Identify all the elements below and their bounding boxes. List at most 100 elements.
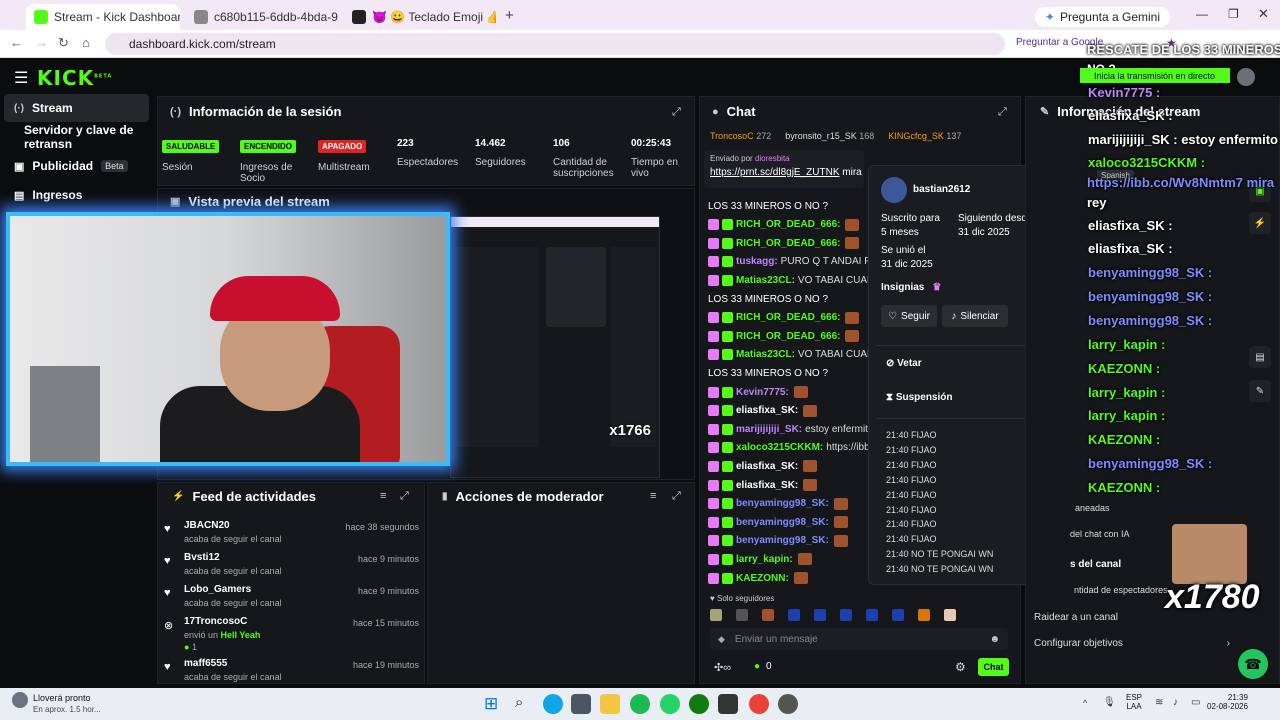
chat-username[interactable]: tuskagg: — [736, 256, 778, 267]
kick-logo[interactable]: KICKBETA — [37, 66, 112, 90]
tab-kick-dashboard[interactable]: Stream - Kick Dashboard ✕ — [26, 4, 180, 30]
chat-username[interactable]: benyamingg98_SK: — [736, 517, 829, 528]
edge-icon[interactable] — [543, 694, 563, 714]
chat-username[interactable]: Kevin7775: — [736, 387, 789, 398]
tab-image[interactable]: c680b115-6ddb-4bda-90ef-8b ✕ — [186, 4, 338, 30]
chat-input[interactable]: ◆ Enviar un mensaje ☻ — [710, 628, 1008, 650]
chat-username[interactable]: benyamingg98_SK: — [736, 535, 829, 546]
chat-username[interactable]: RICH_OR_DEAD_666: — [736, 238, 840, 249]
chat-username[interactable]: xaloco3215CKKM: — [736, 442, 823, 453]
sidebar-item-publicidad[interactable]: ▣ Publicidad Beta — [4, 152, 149, 180]
emote-icon[interactable] — [892, 609, 904, 621]
chat-username[interactable]: eliasfixa_SK: — [736, 405, 798, 416]
emote-icon — [833, 497, 848, 510]
whatsapp-icon[interactable] — [660, 694, 680, 714]
clock[interactable]: 21:39 02-08-2026 — [1207, 693, 1248, 711]
partial-row: s del canal — [1070, 559, 1122, 570]
mute-button[interactable]: ♪ Silenciar — [942, 305, 1008, 327]
emote-icon[interactable] — [710, 609, 722, 621]
pinned-link[interactable]: https://prnt.sc/dl8gjE_ZUTNK — [710, 167, 840, 178]
battery-icon[interactable]: ▭ — [1191, 697, 1200, 708]
rail-icon[interactable]: ⚡ — [1249, 212, 1271, 234]
search-icon[interactable]: ⌕ — [515, 694, 523, 711]
follow-button[interactable]: ♡ Seguir — [881, 305, 937, 327]
filter-icon[interactable]: ≡ — [650, 490, 656, 502]
send-chat-button[interactable]: Chat — [978, 658, 1009, 676]
emote-icon[interactable] — [918, 609, 930, 621]
gear-icon[interactable]: ⚙ — [955, 660, 966, 674]
new-tab-button[interactable]: + — [505, 7, 514, 24]
window-close-icon[interactable]: ✕ — [1258, 6, 1269, 22]
sidebar-item-stream[interactable]: (·) Stream — [4, 94, 149, 122]
back-icon[interactable]: ← — [10, 35, 23, 50]
emote-icon[interactable] — [736, 609, 748, 621]
obs-icon[interactable] — [778, 694, 798, 714]
go-live-button[interactable]: Inicia la transmisión en directo — [1080, 68, 1230, 83]
emote-icon[interactable] — [866, 609, 878, 621]
chat-username[interactable]: larry_kapin: — [736, 554, 793, 565]
forward-icon[interactable]: → — [35, 35, 48, 50]
expand-icon[interactable]: ⤢ — [672, 106, 681, 119]
stream-preview-video[interactable]: x1766 — [450, 216, 660, 478]
tray-chevron-icon[interactable]: ^ — [1083, 698, 1087, 708]
feed-item: ♥ Lobo_Gamers acaba de seguir el canal ha… — [164, 584, 419, 616]
expand-icon[interactable]: ⤢ — [400, 490, 409, 503]
expand-icon[interactable]: ⤢ — [672, 490, 681, 503]
folder-icon[interactable] — [600, 694, 620, 714]
goals-row[interactable]: Configurar objetivos › — [1034, 638, 1230, 649]
mic-icon[interactable]: 🎙 — [1103, 697, 1116, 708]
rail-icon[interactable]: ▤ — [1249, 346, 1271, 368]
emote-icon[interactable] — [788, 609, 800, 621]
app-icon[interactable] — [718, 694, 738, 714]
start-icon[interactable]: ⊞ — [484, 694, 498, 714]
gemini-button[interactable]: ✦ Pregunta a Gemini — [1034, 7, 1170, 27]
chat-message: eliasfixa_SK: — [708, 476, 868, 494]
reload-icon[interactable]: ↻ — [58, 35, 69, 51]
gifter-name: KINGcfcg_SK — [888, 131, 944, 141]
heart-icon: ♡ — [888, 310, 898, 322]
chat-username[interactable]: benyamingg98_SK: — [736, 498, 829, 509]
url-field[interactable]: dashboard.kick.com/stream — [105, 33, 1005, 55]
sidebar-item-ingresos[interactable]: ▤ Ingresos — [4, 181, 149, 209]
emote-icon[interactable] — [814, 609, 826, 621]
menu-icon[interactable]: ☰ — [14, 68, 28, 88]
chat-username[interactable]: eliasfixa_SK: — [736, 461, 798, 472]
home-icon[interactable]: ⌂ — [82, 35, 90, 50]
filter-icon[interactable]: ≡ — [380, 490, 386, 502]
stat-label: Multistream — [318, 162, 370, 173]
avatar[interactable] — [1237, 68, 1255, 86]
emote-icon[interactable] — [840, 609, 852, 621]
language-indicator[interactable]: ESP LAA — [1126, 693, 1142, 711]
spotify-icon[interactable] — [630, 694, 650, 714]
tab-teclado-emoji[interactable]: 😈 😀 Teclado Emoji 👍 🔥 39 ✕ — [344, 4, 496, 30]
wifi-icon[interactable]: ≋ — [1155, 697, 1163, 708]
emote-icon[interactable] — [944, 609, 956, 621]
chat-username[interactable]: marijijijiji_SK: — [736, 424, 802, 435]
xbox-icon[interactable] — [689, 694, 709, 714]
chat-username[interactable]: RICH_OR_DEAD_666: — [736, 312, 840, 323]
emoji-icon[interactable]: ☻ — [989, 634, 1000, 645]
gifter-count: 137 — [946, 131, 962, 141]
sidebar-item-servidor[interactable]: Servidor y clave de retransn — [4, 123, 149, 151]
stat-value: 00:25:43 — [631, 138, 672, 149]
feed-sub: envió un — [184, 630, 219, 640]
chat-username[interactable]: eliasfixa_SK: — [736, 480, 798, 491]
chat-username[interactable]: KAEZONN: — [736, 573, 789, 584]
chat-username[interactable]: Matias23CL: — [736, 275, 795, 286]
chrome-icon[interactable] — [749, 694, 769, 714]
chat-username[interactable]: RICH_OR_DEAD_666: — [736, 331, 840, 342]
volume-icon[interactable]: ♪ — [1173, 697, 1178, 708]
help-chat-button[interactable]: ☎ — [1238, 649, 1268, 679]
chat-username[interactable]: Matias23CL: — [736, 349, 795, 360]
chat-username[interactable]: RICH_OR_DEAD_666: — [736, 219, 840, 230]
emote-icon[interactable] — [762, 609, 774, 621]
minimize-icon[interactable]: — — [1196, 7, 1208, 21]
expand-icon[interactable]: ⤢ — [998, 106, 1007, 119]
rail-icon[interactable]: ✎ — [1249, 380, 1271, 402]
users-icon[interactable]: ✣∞ — [714, 661, 731, 674]
sub-badge-icon — [708, 219, 719, 231]
weather-title[interactable]: Lloverá pronto — [33, 693, 91, 703]
maximize-icon[interactable]: ❐ — [1228, 7, 1239, 21]
overlay-chat-line: rey — [1087, 195, 1107, 210]
store-icon[interactable] — [571, 694, 591, 714]
